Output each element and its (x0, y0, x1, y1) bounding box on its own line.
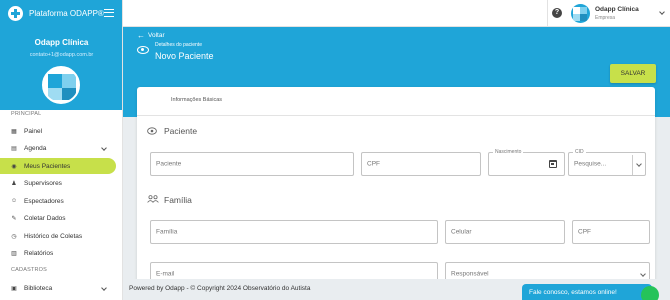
page-subtitle: Detalhes do paciente (155, 42, 202, 48)
profile-avatar[interactable] (42, 66, 80, 104)
library-icon: ▣ (11, 285, 17, 292)
section-title-familia: Família (164, 195, 192, 205)
sidebar-item-label: Agenda (24, 144, 47, 152)
phone-field[interactable]: Celular (445, 220, 565, 244)
sidebar-item-label: Relatórios (24, 249, 54, 257)
menu-toggle-icon[interactable] (104, 9, 114, 17)
phone-placeholder: Celular (451, 228, 472, 236)
eye-icon (147, 127, 157, 135)
sidebar-item-label: Meus Pacientes (24, 162, 71, 170)
sidebar-item-label: Supervisores (24, 179, 62, 187)
footer-copyright: Powered by Odapp - © Copyright 2024 Obse… (129, 285, 311, 292)
sidebar-item-painel[interactable]: ▦ Painel (0, 123, 116, 139)
profile-name: Odapp Clínica (34, 38, 89, 47)
family-name-field[interactable]: Família (150, 220, 438, 244)
dashboard-icon: ▦ (11, 128, 17, 135)
sidebar-item-label: Coletar Dados (24, 214, 66, 222)
section-cadastros: CADASTROS (11, 267, 48, 273)
sidebar-item-historico[interactable]: ◷ Histórico de Coletas (0, 228, 116, 244)
family-cpf-field[interactable]: CPF (572, 220, 650, 244)
users-icon: ♟ (11, 180, 17, 187)
chevron-down-icon[interactable] (636, 161, 642, 167)
sidebar-item-agenda[interactable]: ▤ Agenda (0, 140, 116, 156)
profile-email: contato+1@odapp.com.br (29, 52, 94, 58)
sidebar-item-label: Biblioteca (24, 284, 53, 292)
eye-icon: ◉ (11, 163, 17, 170)
smile-icon: ☺ (10, 198, 18, 204)
pencil-icon: ✎ (11, 215, 17, 222)
cid-select[interactable]: CID Pesquise... (568, 149, 646, 176)
select-separator (632, 155, 633, 175)
cid-label: CID (573, 149, 586, 155)
family-cpf-placeholder: CPF (578, 228, 591, 236)
cpf-placeholder: CPF (367, 160, 380, 168)
birth-date-field[interactable]: Nascimento (488, 149, 565, 176)
section-title-paciente: Paciente (164, 126, 198, 136)
sidebar: Plataforma ODAPP® Odapp Clínica contato+… (0, 0, 123, 300)
chevron-down-icon (101, 285, 107, 291)
whatsapp-icon[interactable] (641, 286, 659, 300)
chevron-down-icon (101, 145, 107, 151)
birth-date-label: Nascimento (493, 149, 524, 155)
report-icon: ▥ (11, 250, 17, 257)
tab-divider (137, 115, 655, 116)
sidebar-item-label: Histórico de Coletas (24, 232, 83, 240)
divider (547, 0, 548, 27)
user-role: Empresa (595, 15, 616, 21)
chevron-down-icon[interactable] (640, 271, 646, 277)
chat-widget[interactable]: Fale conosco, estamos online! (522, 284, 652, 300)
history-icon: ◷ (11, 233, 17, 240)
back-link[interactable]: ← Voltar (137, 31, 165, 40)
cpf-field[interactable]: CPF (361, 152, 481, 176)
family-icon (147, 195, 159, 203)
sidebar-item-coletar-dados[interactable]: ✎ Coletar Dados (0, 210, 116, 226)
calendar-icon: ▤ (11, 145, 17, 152)
cid-placeholder: Pesquise... (574, 160, 607, 168)
sidebar-item-espectadores[interactable]: ☺ Espectadores (0, 193, 116, 209)
eye-icon (137, 46, 149, 54)
sidebar-item-label: Espectadores (24, 197, 64, 205)
help-icon[interactable]: ? (552, 8, 562, 18)
save-button[interactable]: SALVAR (610, 64, 656, 83)
sidebar-item-meus-pacientes[interactable]: ◉ Meus Pacientes (0, 158, 116, 174)
patient-name-placeholder: Paciente (156, 160, 182, 168)
sidebar-item-supervisores[interactable]: ♟ Supervisores (0, 175, 116, 191)
user-name[interactable]: Odapp Clínica (595, 6, 639, 13)
topbar: ? Odapp Clínica Empresa (123, 0, 670, 27)
responsible-placeholder: Responsável (451, 270, 489, 278)
tab-informacoes-basicas[interactable]: Informações Básicas (171, 97, 222, 103)
calendar-icon[interactable] (549, 160, 557, 168)
sidebar-item-label: Painel (24, 127, 43, 135)
brand-name: Plataforma ODAPP® (29, 9, 104, 18)
brand[interactable]: Plataforma ODAPP® (8, 6, 104, 21)
section-principal: PRINCIPAL (11, 111, 42, 117)
user-avatar[interactable] (571, 4, 590, 23)
sidebar-item-relatorios[interactable]: ▥ Relatórios (0, 245, 116, 261)
brand-logo-icon (8, 6, 23, 21)
email-placeholder: E-mail (156, 270, 175, 278)
chevron-down-icon[interactable] (659, 9, 665, 15)
sidebar-header: Plataforma ODAPP® Odapp Clínica contato+… (0, 0, 122, 110)
patient-name-field[interactable]: Paciente (150, 152, 354, 176)
arrow-left-icon: ← (137, 31, 145, 40)
family-name-placeholder: Família (156, 228, 178, 236)
back-label: Voltar (148, 32, 165, 39)
patient-form-card: Informações Básicas Paciente Paciente CP… (137, 87, 655, 287)
page-title: Novo Paciente (155, 51, 214, 61)
sidebar-item-biblioteca[interactable]: ▣ Biblioteca (0, 280, 116, 296)
